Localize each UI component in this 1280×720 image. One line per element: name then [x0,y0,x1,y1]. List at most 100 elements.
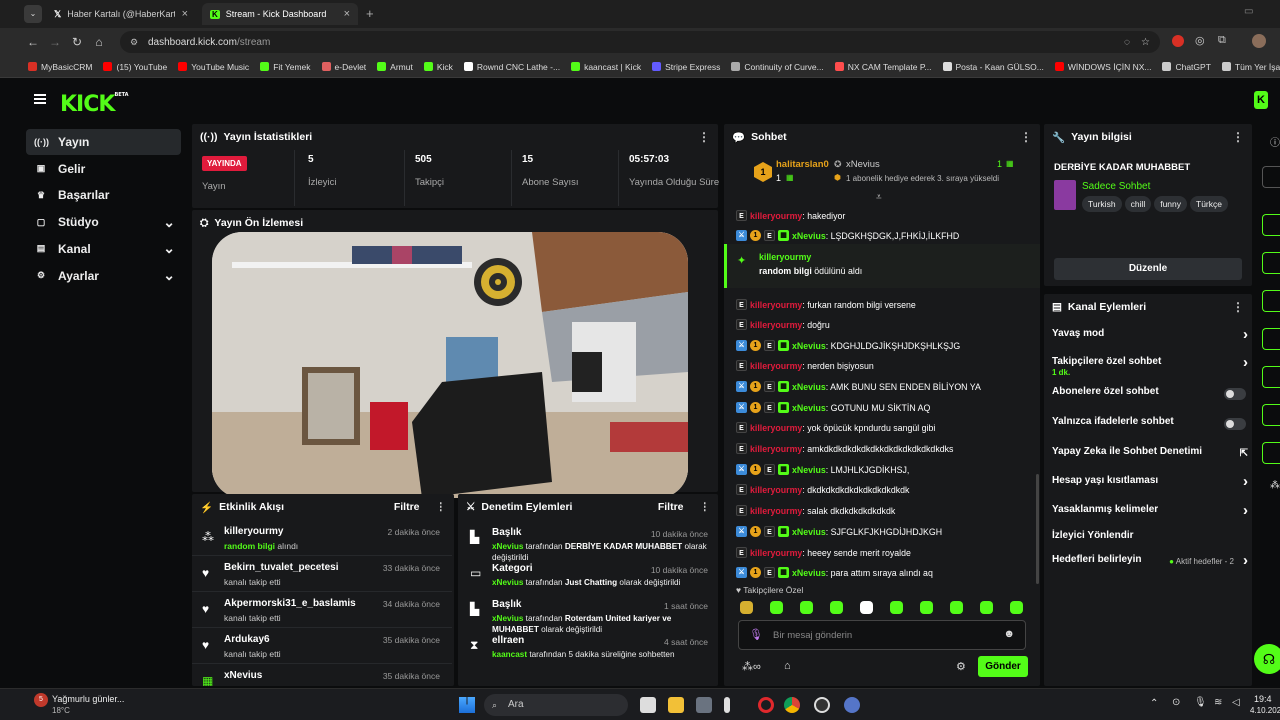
app-icon[interactable] [724,697,730,713]
emote-icon[interactable] [1010,601,1023,614]
tray-icon[interactable]: ⊙ [1172,697,1180,708]
sidebar-item-1[interactable]: ▣ Gelir [26,156,181,182]
send-button[interactable]: Gönder [978,656,1028,677]
menu-icon[interactable] [34,94,46,104]
emote-icon[interactable] [950,601,963,614]
opera-icon[interactable] [758,697,774,713]
mic-icon[interactable]: 🎙 [749,628,763,641]
clock-time[interactable]: 19:4 [1254,694,1272,704]
edit-button[interactable]: Düzenle [1054,258,1242,280]
emote-icon[interactable] [830,601,843,614]
chat-username[interactable]: xNevius [792,382,826,392]
chat-username[interactable]: killeryourmy [750,548,802,558]
chat-username[interactable]: xNevius [792,403,826,413]
weather-icon[interactable]: 5 [34,693,48,707]
tag-chip[interactable]: chill [1124,196,1152,212]
chat-message[interactable]: Ekilleryourmy: furkan random bilgi verse… [736,299,1036,310]
bookmark-item[interactable]: kaancast | Kick [571,62,641,72]
emote-icon[interactable] [890,601,903,614]
kick-logo[interactable]: KICKBETA [60,92,129,117]
chat-username[interactable]: killeryourmy [750,361,802,371]
sidebar-item-3[interactable]: ▢ Stüdyo ⌄ [26,209,181,235]
chat-username[interactable]: killeryourmy [750,300,802,310]
tag-chip[interactable]: funny [1154,196,1188,212]
new-tab-button[interactable]: + [366,6,374,21]
app-icon[interactable] [844,697,860,713]
eye-off-icon[interactable]: ◌ [1124,37,1130,48]
bookmark-item[interactable]: Kick [423,62,453,72]
settings-icon[interactable]: ⚙ [956,660,966,673]
chat-username[interactable]: killeryourmy [750,211,802,221]
chat-message[interactable]: Ekilleryourmy: heeey sende merit royalde [736,547,1036,558]
chat-message[interactable]: Ekilleryourmy: yok öpücük kpndurdu sangü… [736,422,1036,433]
extension-icon[interactable]: ◎ [1195,34,1205,47]
chat-message[interactable]: ⚔ 1 E ▦ xNevius: para attım sıraya alındı aq [736,567,1036,578]
quick-action-icon[interactable] [1262,290,1280,312]
emote-icon[interactable] [740,601,753,614]
star-icon[interactable]: ☆ [1141,37,1150,48]
tab-haber-kartali[interactable]: 𝕏 Haber Kartalı (@HaberKartali) / × [46,3,196,25]
window-controls[interactable]: ▭ [1244,6,1253,17]
filter-button[interactable]: Filtre [658,501,684,513]
activity-user[interactable]: Ardukay6 [224,634,270,645]
activity-user[interactable]: xNevius [224,670,262,681]
bookmark-item[interactable]: Armut [377,62,413,72]
forward-icon[interactable]: → [44,35,66,49]
back-icon[interactable]: ← [22,35,44,49]
sidebar-item-5[interactable]: ⚙ Ayarlar ⌄ [26,263,181,289]
chevron-down-icon[interactable]: ⌄ [163,214,175,231]
channel-action-item[interactable]: Yalnızca ifadelerle sohbet [1044,416,1254,442]
volume-icon[interactable]: ◁ [1232,697,1240,708]
calculator-icon[interactable] [696,697,712,713]
more-menu-icon[interactable]: ⋮ [698,130,710,144]
start-icon[interactable] [459,697,475,713]
kick-avatar-icon[interactable]: K [1254,91,1268,109]
chat-scrollbar[interactable] [1036,474,1039,584]
quick-action-icon[interactable] [1262,442,1280,464]
activity-user[interactable]: Akpermorski31_e_baslamis [224,598,356,609]
tag-chip[interactable]: Turkish [1082,196,1122,212]
channel-action-item[interactable]: Hedefleri belirleyin ● Aktif hedefler - 2… [1044,552,1254,580]
emoji-icon[interactable]: ☻ [1003,628,1015,640]
task-view-icon[interactable] [640,697,656,713]
chevron-down-icon[interactable]: ⌄ [163,240,175,257]
share-icon[interactable]: ⁂ [1270,480,1280,491]
chat-message[interactable]: ⚔ 1 E ▦ xNevius: LŞDGKHŞDGK,J,FHKİJ,İLKFHD [736,230,1036,241]
bookmark-item[interactable]: ChatGPT [1162,62,1211,72]
weather-text[interactable]: Yağmurlu günler... [52,694,124,704]
chat-message[interactable]: ⚔ 1 E ▦ xNevius: LMJHLKJGDİKHSJ, [736,464,1036,475]
chevron-down-icon[interactable]: ⌄ [163,267,175,284]
tab-kick-dashboard[interactable]: K Stream - Kick Dashboard × [202,3,358,25]
bookmark-item[interactable]: Rownd CNC Lathe -... [463,62,560,72]
activity-item[interactable]: ⁂ killeryourmy random bilgi alındı 2 dakika… [192,520,452,556]
channel-action-item[interactable]: Hesap yaşı kısıtlaması › [1044,473,1254,501]
channel-action-item[interactable]: Yasaklanmış kelimeler › [1044,502,1254,530]
chat-username[interactable]: xNevius [792,568,826,578]
activity-item[interactable]: ♥ Ardukay6 kanalı takip etti 35 dakika önce [192,628,452,664]
clock-date[interactable]: 4.10.202 [1250,706,1280,715]
chat-username[interactable]: xNevius [792,341,826,351]
bookmark-item[interactable]: Stripe Express [652,62,720,72]
chat-input[interactable]: 🎙 Bir mesaj gönderin ☻ [738,620,1026,650]
channel-action-item[interactable]: Yavaş mod › [1044,326,1254,354]
file-explorer-icon[interactable] [668,697,684,713]
chat-username[interactable]: xNevius [792,465,826,475]
toggle-switch[interactable] [1224,418,1246,430]
sidebar-item-2[interactable]: ♛ Başarılar [26,182,181,208]
filter-button[interactable]: Filtre [394,501,420,513]
bookmark-item[interactable]: Posta - Kaan GÜLSO... [942,62,1044,72]
points-icon[interactable]: ⁂∞ [742,660,761,673]
chat-username[interactable]: killeryourmy [750,506,802,516]
site-info-icon[interactable]: ⚙ [130,37,138,48]
chat-message[interactable]: Ekilleryourmy: dkdkdkdkdkdkdkdkdkdkdk [736,484,1036,495]
category-link[interactable]: Sadece Sohbet [1082,181,1150,192]
chat-username[interactable]: killeryourmy [750,423,802,433]
activity-item[interactable]: ♥ Bekirn_tuvalet_pecetesi kanalı takip ett… [192,556,452,592]
close-icon[interactable]: × [344,8,350,20]
bookmark-item[interactable]: e-Devlet [321,62,366,72]
quick-action-icon[interactable] [1262,404,1280,426]
chat-message[interactable]: Ekilleryourmy: salak dkdkdkdkdkdkdk [736,505,1036,516]
tag-chip[interactable]: Türkçe [1190,196,1228,212]
chat-message[interactable]: Ekilleryourmy: hakediyor [736,210,1036,221]
chat-message[interactable]: Ekilleryourmy: nerden bişiyosun [736,360,1036,371]
